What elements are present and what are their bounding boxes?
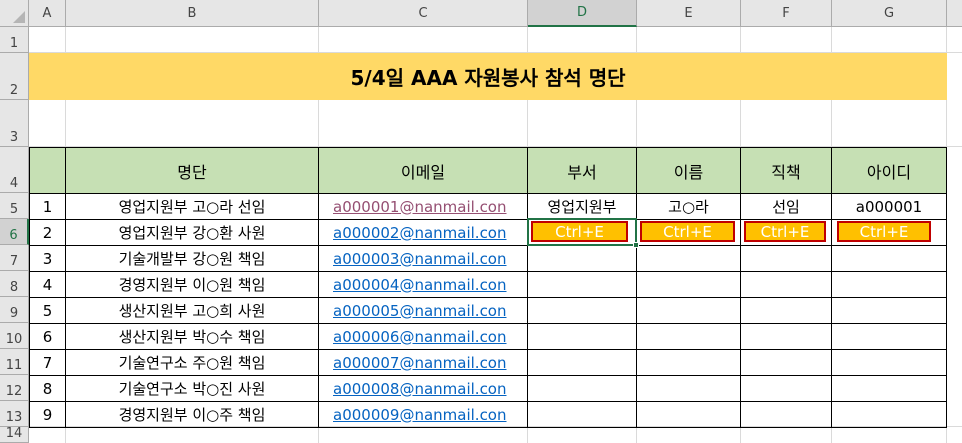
column-header-g[interactable]: G [832, 0, 947, 27]
id-cell[interactable] [831, 349, 947, 376]
row-header-3[interactable]: 3 [0, 100, 29, 147]
header-cell-position[interactable]: 직책 [740, 147, 832, 194]
id-cell[interactable]: a000001 [831, 193, 947, 220]
column-header-e[interactable]: E [637, 0, 741, 27]
name-cell[interactable] [636, 375, 741, 402]
shortcut-badge-id: Ctrl+E [837, 221, 931, 242]
header-cell-id[interactable]: 아이디 [831, 147, 947, 194]
column-header-a[interactable]: A [29, 0, 66, 27]
dept-cell[interactable] [527, 271, 637, 298]
shortcut-badge-name: Ctrl+E [640, 221, 735, 242]
email-link[interactable]: a000004@nanmail.con [318, 271, 528, 298]
row-number-cell[interactable]: 5 [29, 297, 66, 324]
position-cell[interactable]: 선임 [740, 193, 832, 220]
row-header-13[interactable]: 13 [0, 401, 29, 427]
row-number-cell[interactable]: 1 [29, 193, 66, 220]
header-cell-blank[interactable] [29, 147, 66, 194]
row-header-4[interactable]: 4 [0, 147, 29, 193]
roster-cell[interactable]: 영업지원부 강○환 사원 [65, 219, 319, 246]
row-header-10[interactable]: 10 [0, 323, 29, 349]
name-cell[interactable] [636, 401, 741, 428]
dept-cell[interactable] [527, 401, 637, 428]
header-cell-roster[interactable]: 명단 [65, 147, 319, 194]
position-cell[interactable] [740, 297, 832, 324]
dept-cell[interactable] [527, 323, 637, 350]
row-number-cell[interactable]: 2 [29, 219, 66, 246]
row-number-cell[interactable]: 7 [29, 349, 66, 376]
email-link[interactable]: a000005@nanmail.con [318, 297, 528, 324]
row-header-14[interactable]: 14 [0, 426, 29, 443]
name-cell[interactable] [636, 245, 741, 272]
row-header-9[interactable]: 9 [0, 297, 29, 323]
row-number-cell[interactable]: 6 [29, 323, 66, 350]
email-link[interactable]: a000001@nanmail.con [318, 193, 528, 220]
roster-cell[interactable]: 기술연구소 주○원 책임 [65, 349, 319, 376]
email-link[interactable]: a000006@nanmail.con [318, 323, 528, 350]
roster-cell[interactable]: 경영지원부 이○원 책임 [65, 271, 319, 298]
shortcut-badge-dept: Ctrl+E [531, 221, 628, 242]
position-cell[interactable] [740, 245, 832, 272]
fill-handle[interactable] [633, 242, 639, 248]
row-number-cell[interactable]: 4 [29, 271, 66, 298]
column-header-d[interactable]: D [528, 0, 637, 27]
position-cell[interactable] [740, 401, 832, 428]
email-link[interactable]: a000002@nanmail.con [318, 219, 528, 246]
roster-cell[interactable]: 영업지원부 고○라 선임 [65, 193, 319, 220]
roster-cell[interactable]: 생산지원부 박○수 책임 [65, 323, 319, 350]
row-header-6[interactable]: 6 [0, 219, 29, 245]
shortcut-badge-position: Ctrl+E [744, 221, 826, 242]
row-header-11[interactable]: 11 [0, 349, 29, 375]
header-cell-dept[interactable]: 부서 [527, 147, 637, 194]
email-link[interactable]: a000008@nanmail.con [318, 375, 528, 402]
row-header-8[interactable]: 8 [0, 271, 29, 297]
roster-cell[interactable]: 생산지원부 고○희 사원 [65, 297, 319, 324]
name-cell[interactable]: 고○라 [636, 193, 741, 220]
id-cell[interactable] [831, 271, 947, 298]
email-link[interactable]: a000003@nanmail.con [318, 245, 528, 272]
row-number-cell[interactable]: 8 [29, 375, 66, 402]
dept-cell[interactable]: 영업지원부 [527, 193, 637, 220]
name-cell[interactable] [636, 271, 741, 298]
position-cell[interactable] [740, 375, 832, 402]
dept-cell[interactable] [527, 349, 637, 376]
header-cell-email[interactable]: 이메일 [318, 147, 528, 194]
email-link[interactable]: a000009@nanmail.con [318, 401, 528, 428]
name-cell[interactable] [636, 297, 741, 324]
select-all-corner[interactable] [0, 0, 29, 27]
id-cell[interactable] [831, 401, 947, 428]
column-header-c[interactable]: C [319, 0, 528, 27]
column-header-f[interactable]: F [741, 0, 832, 27]
header-cell-name[interactable]: 이름 [636, 147, 741, 194]
row-number-cell[interactable]: 3 [29, 245, 66, 272]
email-link[interactable]: a000007@nanmail.con [318, 349, 528, 376]
name-cell[interactable] [636, 323, 741, 350]
roster-cell[interactable]: 경영지원부 이○주 책임 [65, 401, 319, 428]
sheet-title[interactable]: 5/4일 AAA 자원봉사 참석 명단 [29, 53, 947, 100]
column-header-overflow [947, 0, 962, 27]
id-cell[interactable] [831, 297, 947, 324]
position-cell[interactable] [740, 323, 832, 350]
row-header-12[interactable]: 12 [0, 375, 29, 401]
row-number-cell[interactable]: 9 [29, 401, 66, 428]
row-header-1[interactable]: 1 [0, 27, 29, 53]
position-cell[interactable] [740, 271, 832, 298]
roster-cell[interactable]: 기술연구소 박○진 사원 [65, 375, 319, 402]
row-header-7[interactable]: 7 [0, 245, 29, 271]
id-cell[interactable] [831, 375, 947, 402]
name-cell[interactable] [636, 349, 741, 376]
position-cell[interactable] [740, 349, 832, 376]
dept-cell[interactable] [527, 245, 637, 272]
dept-cell[interactable] [527, 375, 637, 402]
row-header-5[interactable]: 5 [0, 193, 29, 219]
roster-cell[interactable]: 기술개발부 강○원 책임 [65, 245, 319, 272]
column-header-b[interactable]: B [66, 0, 319, 27]
id-cell[interactable] [831, 323, 947, 350]
row-header-2[interactable]: 2 [0, 53, 29, 100]
id-cell[interactable] [831, 245, 947, 272]
dept-cell[interactable] [527, 297, 637, 324]
